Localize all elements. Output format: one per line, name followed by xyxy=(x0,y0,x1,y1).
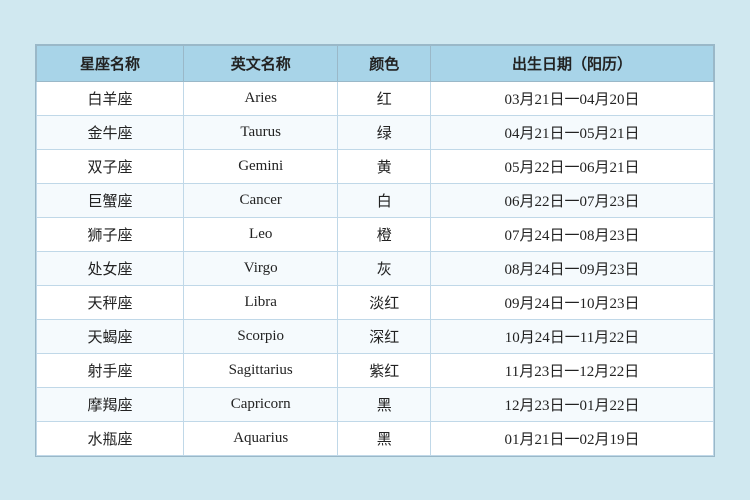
table-cell-r7-c1: Scorpio xyxy=(183,319,337,353)
table-cell-r7-c2: 深红 xyxy=(338,319,431,353)
table-cell-r9-c1: Capricorn xyxy=(183,387,337,421)
table-cell-r0-c0: 白羊座 xyxy=(37,81,184,115)
table-cell-r4-c3: 07月24日一08月23日 xyxy=(430,217,713,251)
table-row: 天蝎座Scorpio深红10月24日一11月22日 xyxy=(37,319,714,353)
table-row: 处女座Virgo灰08月24日一09月23日 xyxy=(37,251,714,285)
table-cell-r2-c0: 双子座 xyxy=(37,149,184,183)
table-cell-r0-c3: 03月21日一04月20日 xyxy=(430,81,713,115)
table-row: 金牛座Taurus绿04月21日一05月21日 xyxy=(37,115,714,149)
table-cell-r1-c0: 金牛座 xyxy=(37,115,184,149)
table-cell-r6-c1: Libra xyxy=(183,285,337,319)
table-cell-r5-c3: 08月24日一09月23日 xyxy=(430,251,713,285)
table-cell-r3-c2: 白 xyxy=(338,183,431,217)
table-cell-r1-c2: 绿 xyxy=(338,115,431,149)
col-header-english-name: 英文名称 xyxy=(183,45,337,81)
table-row: 射手座Sagittarius紫红11月23日一12月22日 xyxy=(37,353,714,387)
table-cell-r5-c0: 处女座 xyxy=(37,251,184,285)
table-cell-r0-c2: 红 xyxy=(338,81,431,115)
table-cell-r5-c2: 灰 xyxy=(338,251,431,285)
table-cell-r2-c3: 05月22日一06月21日 xyxy=(430,149,713,183)
table-cell-r10-c3: 01月21日一02月19日 xyxy=(430,421,713,455)
table-cell-r3-c1: Cancer xyxy=(183,183,337,217)
zodiac-table-container: 星座名称 英文名称 颜色 出生日期（阳历） 白羊座Aries红03月21日一04… xyxy=(35,44,715,457)
table-cell-r7-c0: 天蝎座 xyxy=(37,319,184,353)
table-cell-r3-c3: 06月22日一07月23日 xyxy=(430,183,713,217)
table-cell-r10-c0: 水瓶座 xyxy=(37,421,184,455)
table-cell-r4-c0: 狮子座 xyxy=(37,217,184,251)
table-row: 白羊座Aries红03月21日一04月20日 xyxy=(37,81,714,115)
table-cell-r1-c1: Taurus xyxy=(183,115,337,149)
table-cell-r2-c1: Gemini xyxy=(183,149,337,183)
table-row: 巨蟹座Cancer白06月22日一07月23日 xyxy=(37,183,714,217)
table-cell-r8-c2: 紫红 xyxy=(338,353,431,387)
table-cell-r9-c3: 12月23日一01月22日 xyxy=(430,387,713,421)
table-row: 天秤座Libra淡红09月24日一10月23日 xyxy=(37,285,714,319)
table-cell-r1-c3: 04月21日一05月21日 xyxy=(430,115,713,149)
table-cell-r6-c0: 天秤座 xyxy=(37,285,184,319)
table-body: 白羊座Aries红03月21日一04月20日金牛座Taurus绿04月21日一0… xyxy=(37,81,714,455)
col-header-date: 出生日期（阳历） xyxy=(430,45,713,81)
table-cell-r9-c0: 摩羯座 xyxy=(37,387,184,421)
table-cell-r8-c1: Sagittarius xyxy=(183,353,337,387)
table-header-row: 星座名称 英文名称 颜色 出生日期（阳历） xyxy=(37,45,714,81)
zodiac-table: 星座名称 英文名称 颜色 出生日期（阳历） 白羊座Aries红03月21日一04… xyxy=(36,45,714,456)
table-cell-r0-c1: Aries xyxy=(183,81,337,115)
table-cell-r4-c1: Leo xyxy=(183,217,337,251)
table-cell-r7-c3: 10月24日一11月22日 xyxy=(430,319,713,353)
table-cell-r8-c0: 射手座 xyxy=(37,353,184,387)
table-row: 双子座Gemini黄05月22日一06月21日 xyxy=(37,149,714,183)
table-cell-r6-c3: 09月24日一10月23日 xyxy=(430,285,713,319)
table-cell-r5-c1: Virgo xyxy=(183,251,337,285)
table-cell-r10-c1: Aquarius xyxy=(183,421,337,455)
table-cell-r8-c3: 11月23日一12月22日 xyxy=(430,353,713,387)
table-cell-r6-c2: 淡红 xyxy=(338,285,431,319)
table-cell-r3-c0: 巨蟹座 xyxy=(37,183,184,217)
table-cell-r10-c2: 黑 xyxy=(338,421,431,455)
col-header-color: 颜色 xyxy=(338,45,431,81)
table-cell-r4-c2: 橙 xyxy=(338,217,431,251)
col-header-chinese-name: 星座名称 xyxy=(37,45,184,81)
table-cell-r9-c2: 黑 xyxy=(338,387,431,421)
table-row: 狮子座Leo橙07月24日一08月23日 xyxy=(37,217,714,251)
table-cell-r2-c2: 黄 xyxy=(338,149,431,183)
table-row: 摩羯座Capricorn黑12月23日一01月22日 xyxy=(37,387,714,421)
table-row: 水瓶座Aquarius黑01月21日一02月19日 xyxy=(37,421,714,455)
